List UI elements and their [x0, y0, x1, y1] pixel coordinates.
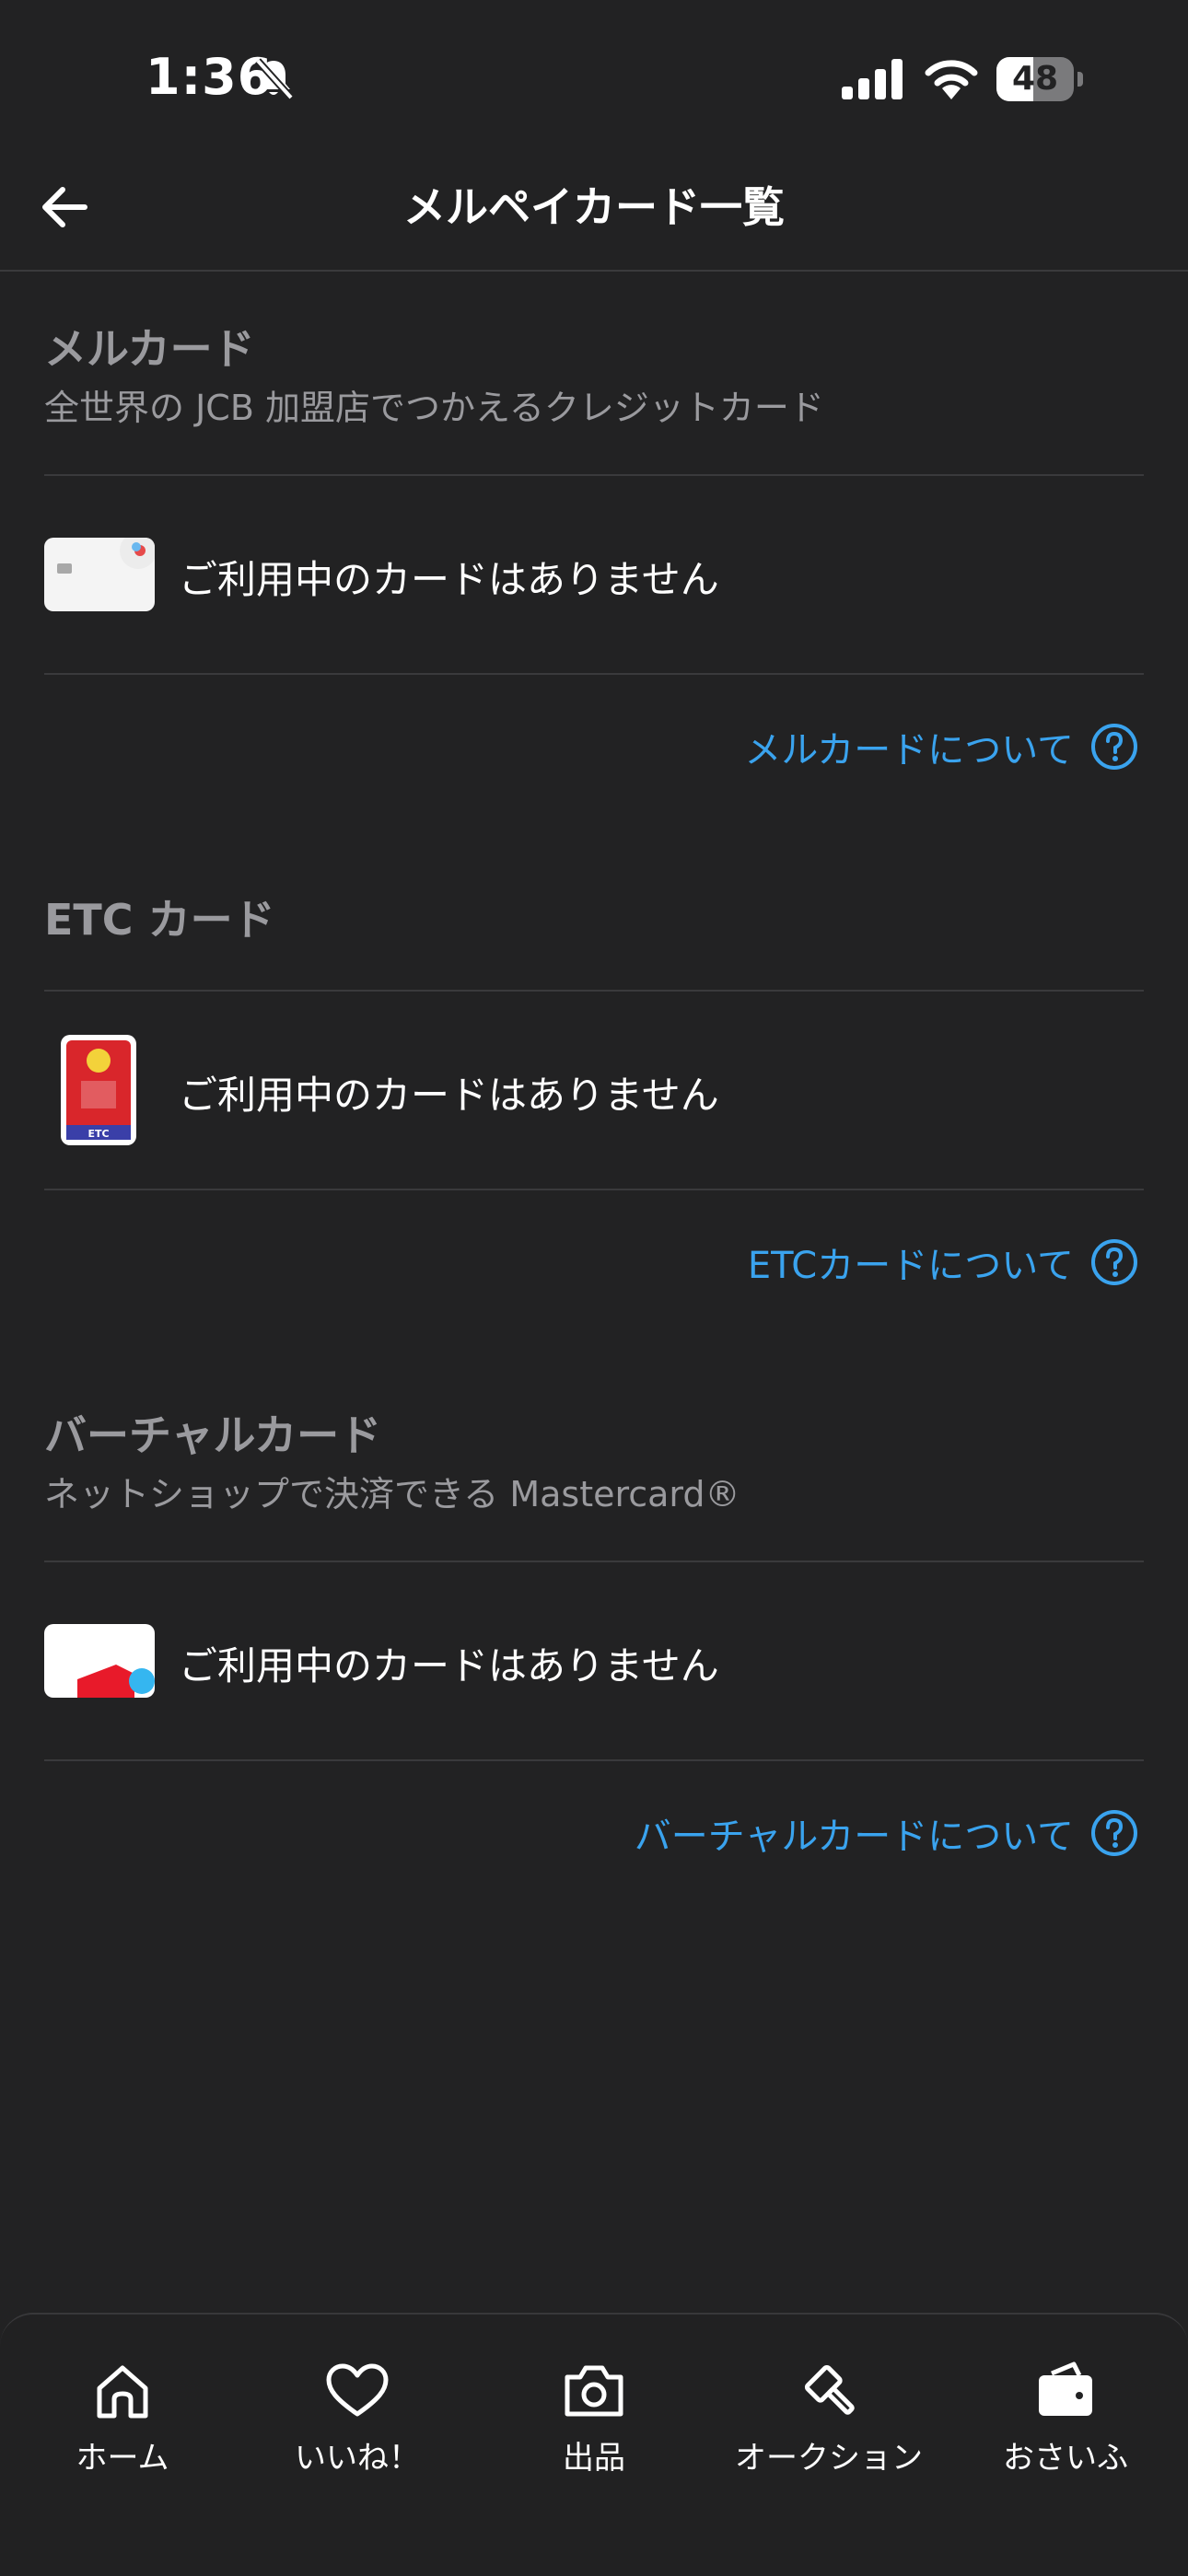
- virtual-section-subtitle: ネットショップで決済できる Mastercard®: [44, 1474, 740, 1514]
- etc-section-title: ETC カード: [44, 895, 275, 945]
- back-arrow-icon[interactable]: [37, 177, 98, 238]
- etc-empty-text: ご利用中のカードはありません: [179, 1073, 719, 1118]
- virtual-card-image: [44, 1624, 155, 1698]
- tab-auction[interactable]: オークション: [709, 2361, 949, 2477]
- tab-home-label: ホーム: [76, 2440, 169, 2477]
- wallet-icon: [1039, 2361, 1092, 2416]
- heart-icon: [326, 2363, 389, 2417]
- divider: [44, 990, 1144, 992]
- merucard-card-image: [44, 538, 155, 611]
- virtual-empty-text: ご利用中のカードはありません: [179, 1643, 719, 1688]
- home-icon: [97, 2365, 148, 2419]
- etc-card-badge-text: ETC: [87, 1128, 109, 1140]
- divider: [44, 1759, 1144, 1761]
- battery-indicator: 48: [996, 57, 1085, 101]
- merucard-empty-text: ご利用中のカードはありません: [179, 557, 719, 602]
- etc-about-link-label: ETCカードについて: [747, 1245, 1074, 1287]
- merucard-section-subtitle: 全世界の JCB 加盟店でつかえるクレジットカード: [44, 388, 824, 428]
- virtual-about-link-label: バーチャルカードについて: [634, 1816, 1074, 1858]
- divider: [44, 1561, 1144, 1562]
- divider: [44, 1189, 1144, 1190]
- tab-likes[interactable]: いいね！: [238, 2361, 477, 2477]
- status-bar: 1:36 48: [0, 0, 1188, 157]
- tab-sell[interactable]: 出品: [474, 2361, 714, 2477]
- virtual-about-link[interactable]: バーチャルカードについて: [635, 1807, 1138, 1859]
- tab-home[interactable]: ホーム: [3, 2361, 242, 2477]
- wifi-icon: [925, 60, 978, 99]
- tab-wallet-label: おさいふ: [1003, 2440, 1128, 2477]
- battery-percentage: 48: [1011, 60, 1059, 98]
- tab-wallet[interactable]: おさいふ: [946, 2361, 1185, 2477]
- question-circle-icon: [1091, 724, 1137, 770]
- tab-sell-label: 出品: [563, 2440, 625, 2477]
- tab-likes-label: いいね！: [295, 2440, 420, 2477]
- merucard-about-link[interactable]: メルカードについて: [744, 721, 1138, 772]
- camera-icon: [565, 2365, 623, 2417]
- virtual-section-title: バーチャルカード: [44, 1410, 382, 1460]
- cellular-signal-icon: [842, 59, 903, 99]
- etc-card-image: ETC: [61, 1035, 136, 1145]
- merucard-section-title: メルカード: [44, 324, 255, 374]
- page-title: メルペイカード一覧: [403, 182, 785, 232]
- divider: [44, 474, 1144, 476]
- question-circle-icon: [1091, 1810, 1137, 1856]
- tab-auction-label: オークション: [735, 2440, 923, 2477]
- bell-muted-icon: [255, 58, 294, 100]
- navigation-bar: メルペイカード一覧: [0, 157, 1188, 272]
- question-circle-icon: [1091, 1239, 1137, 1285]
- bottom-tab-bar: ホーム いいね！ 出品 オークション おさいふ: [0, 2313, 1188, 2576]
- etc-about-link[interactable]: ETCカードについて: [748, 1236, 1138, 1288]
- auction-hammer-icon: [804, 2364, 855, 2415]
- divider: [44, 673, 1144, 675]
- merucard-about-link-label: メルカードについて: [744, 729, 1074, 772]
